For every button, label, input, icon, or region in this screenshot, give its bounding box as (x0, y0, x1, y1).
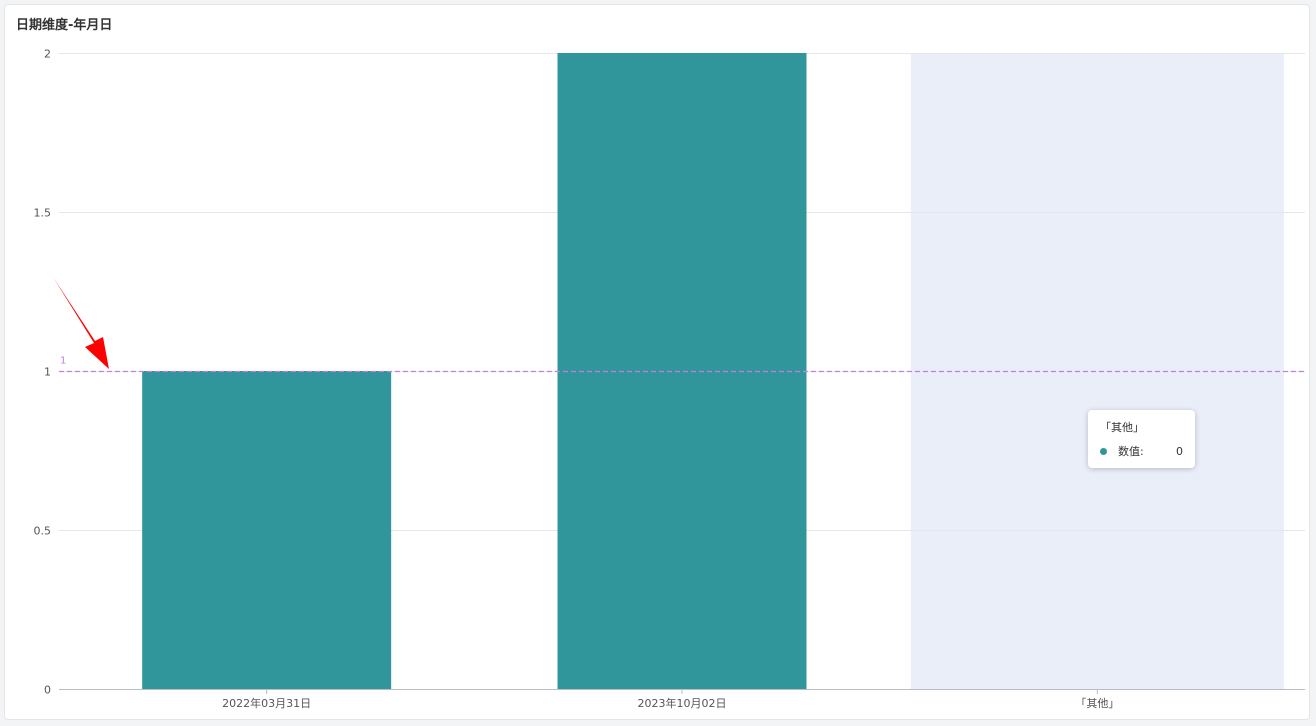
tooltip-series-label: 数值: (1118, 445, 1144, 458)
y-tick-label: 2 (44, 48, 51, 61)
tooltip-row: 数值: 0 (1100, 443, 1183, 459)
tooltip-title: 「其他」 (1100, 421, 1144, 434)
tooltip-value: 0 (1176, 444, 1183, 458)
tooltip-series-dot-icon (1100, 447, 1107, 455)
bar[interactable] (557, 53, 807, 689)
x-tick-label: 「其他」 (1075, 697, 1119, 710)
y-tick-label: 0.5 (34, 525, 52, 538)
chart-tooltip: 「其他」 数值: 0 (1088, 410, 1195, 468)
reference-line-label: 1 (60, 356, 66, 367)
x-tick-label: 2023年10月02日 (638, 696, 727, 710)
x-tick-label: 2022年03月31日 (222, 696, 311, 710)
chart-card: 日期维度-年月日 1 0 0.5 1 1.5 2 2022年03月31日 2023年10月0… (4, 4, 1310, 720)
y-tick-label: 1 (44, 366, 51, 379)
bar[interactable] (142, 371, 392, 689)
bar-chart[interactable]: 1 0 0.5 1 1.5 2 2022年03月31日 2023年10月02日 「其他」 (5, 5, 1310, 720)
y-tick-label: 0 (44, 684, 51, 697)
y-tick-label: 1.5 (34, 207, 52, 220)
